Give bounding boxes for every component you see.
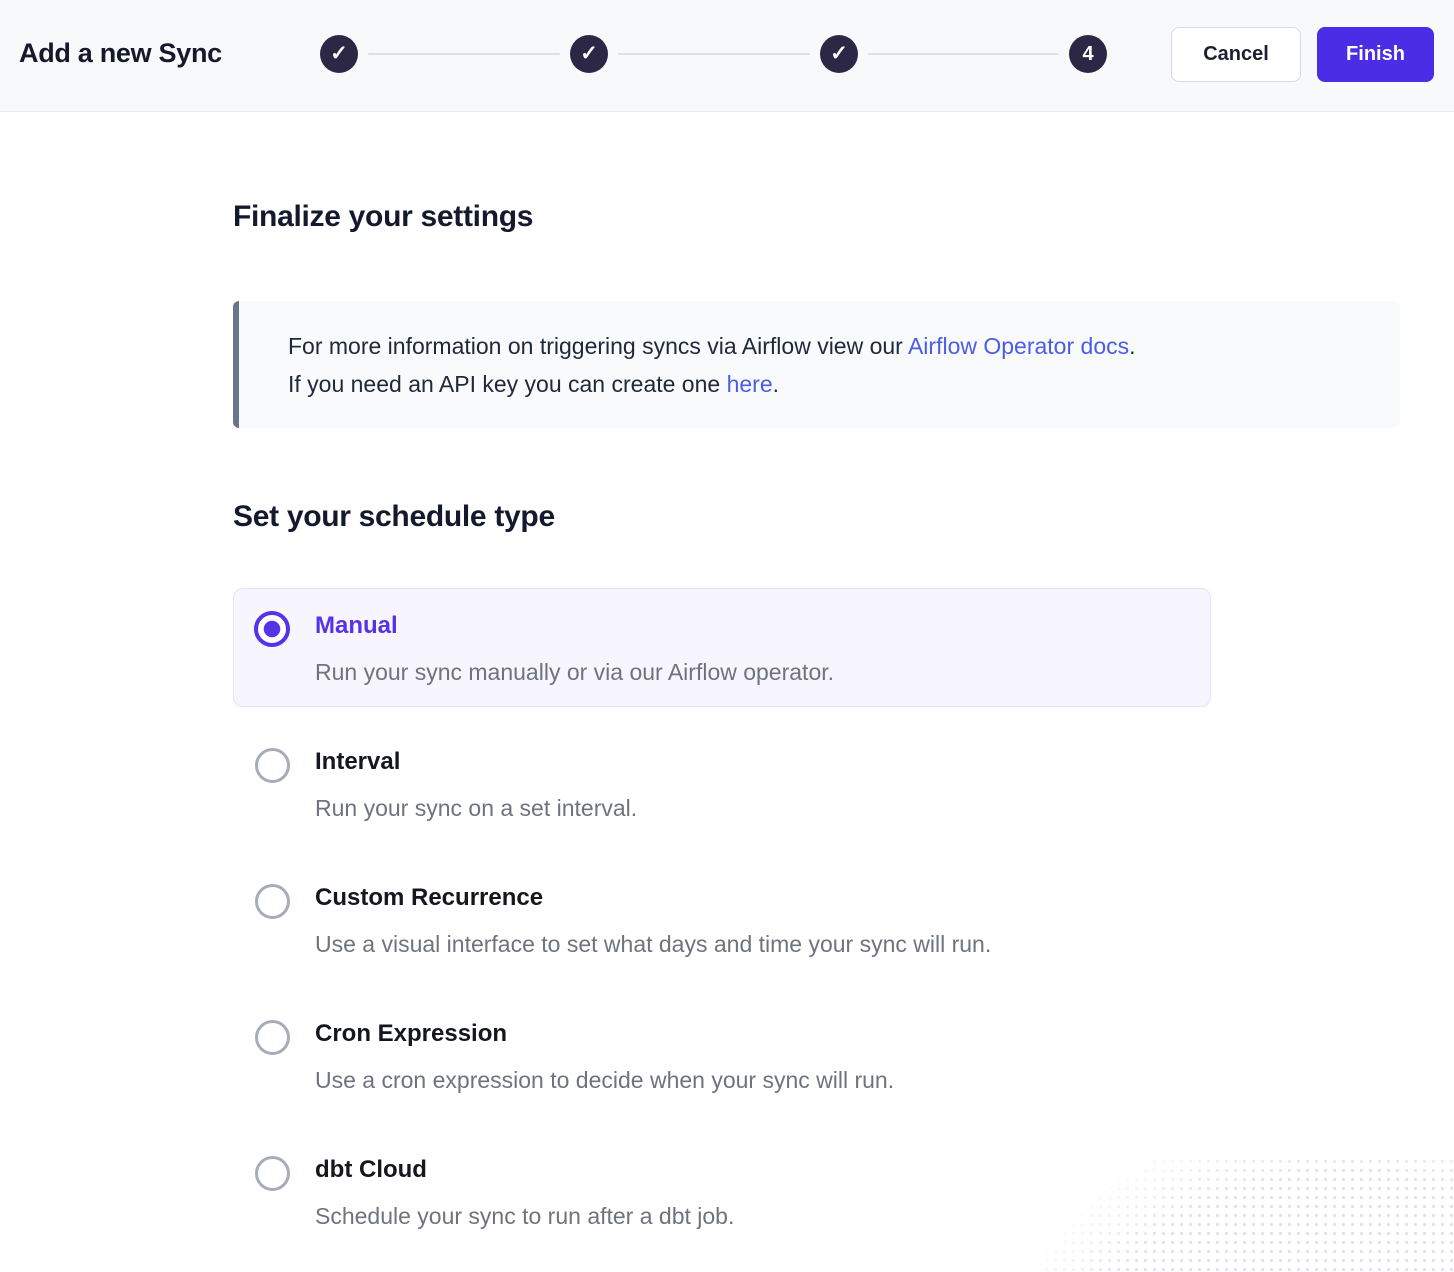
create-api-key-link[interactable]: here <box>727 371 773 397</box>
option-description-cron-expression: Use a cron expression to decide when you… <box>315 1061 894 1099</box>
cancel-button[interactable]: Cancel <box>1171 27 1301 82</box>
step-connector <box>618 53 810 55</box>
wizard-content: Finalize your settings For more informat… <box>0 112 1454 1272</box>
option-description-interval: Run your sync on a set interval. <box>315 789 637 827</box>
option-description-dbt-cloud: Schedule your sync to run after a dbt jo… <box>315 1197 734 1235</box>
airflow-info-callout: For more information on triggering syncs… <box>233 301 1400 428</box>
step-1-complete[interactable]: ✓ <box>320 35 358 73</box>
option-label-interval[interactable]: Interval <box>315 743 400 781</box>
radio-dbt-cloud[interactable] <box>255 1156 290 1191</box>
info-line-2: If you need an API key you can create on… <box>288 365 1370 403</box>
option-description-manual: Run your sync manually or via our Airflo… <box>315 653 834 691</box>
page-title: Add a new Sync <box>19 38 222 69</box>
check-icon: ✓ <box>830 43 848 64</box>
step-connector <box>368 53 560 55</box>
finalize-settings-heading: Finalize your settings <box>233 198 533 236</box>
radio-interval[interactable] <box>255 748 290 783</box>
option-label-manual[interactable]: Manual <box>315 607 398 645</box>
step-number: 4 <box>1082 44 1093 64</box>
finish-button[interactable]: Finish <box>1317 27 1434 82</box>
airflow-operator-docs-link[interactable]: Airflow Operator docs <box>908 333 1129 359</box>
radio-manual-selected[interactable] <box>254 611 290 647</box>
radio-cron-expression[interactable] <box>255 1020 290 1055</box>
info-line-1: For more information on triggering syncs… <box>288 327 1370 365</box>
option-label-cron-expression[interactable]: Cron Expression <box>315 1015 507 1053</box>
step-4-current: 4 <box>1069 35 1107 73</box>
wizard-header: Add a new Sync ✓ ✓ ✓ 4 Cancel Finish <box>0 0 1454 112</box>
check-icon: ✓ <box>580 43 598 64</box>
option-description-custom-recurrence: Use a visual interface to set what days … <box>315 925 991 963</box>
schedule-type-heading: Set your schedule type <box>233 498 555 536</box>
decorative-dot-pattern <box>1024 1157 1454 1272</box>
step-3-complete[interactable]: ✓ <box>820 35 858 73</box>
step-2-complete[interactable]: ✓ <box>570 35 608 73</box>
option-label-custom-recurrence[interactable]: Custom Recurrence <box>315 879 543 917</box>
check-icon: ✓ <box>330 43 348 64</box>
step-connector <box>868 53 1059 55</box>
option-label-dbt-cloud[interactable]: dbt Cloud <box>315 1151 427 1189</box>
radio-custom-recurrence[interactable] <box>255 884 290 919</box>
